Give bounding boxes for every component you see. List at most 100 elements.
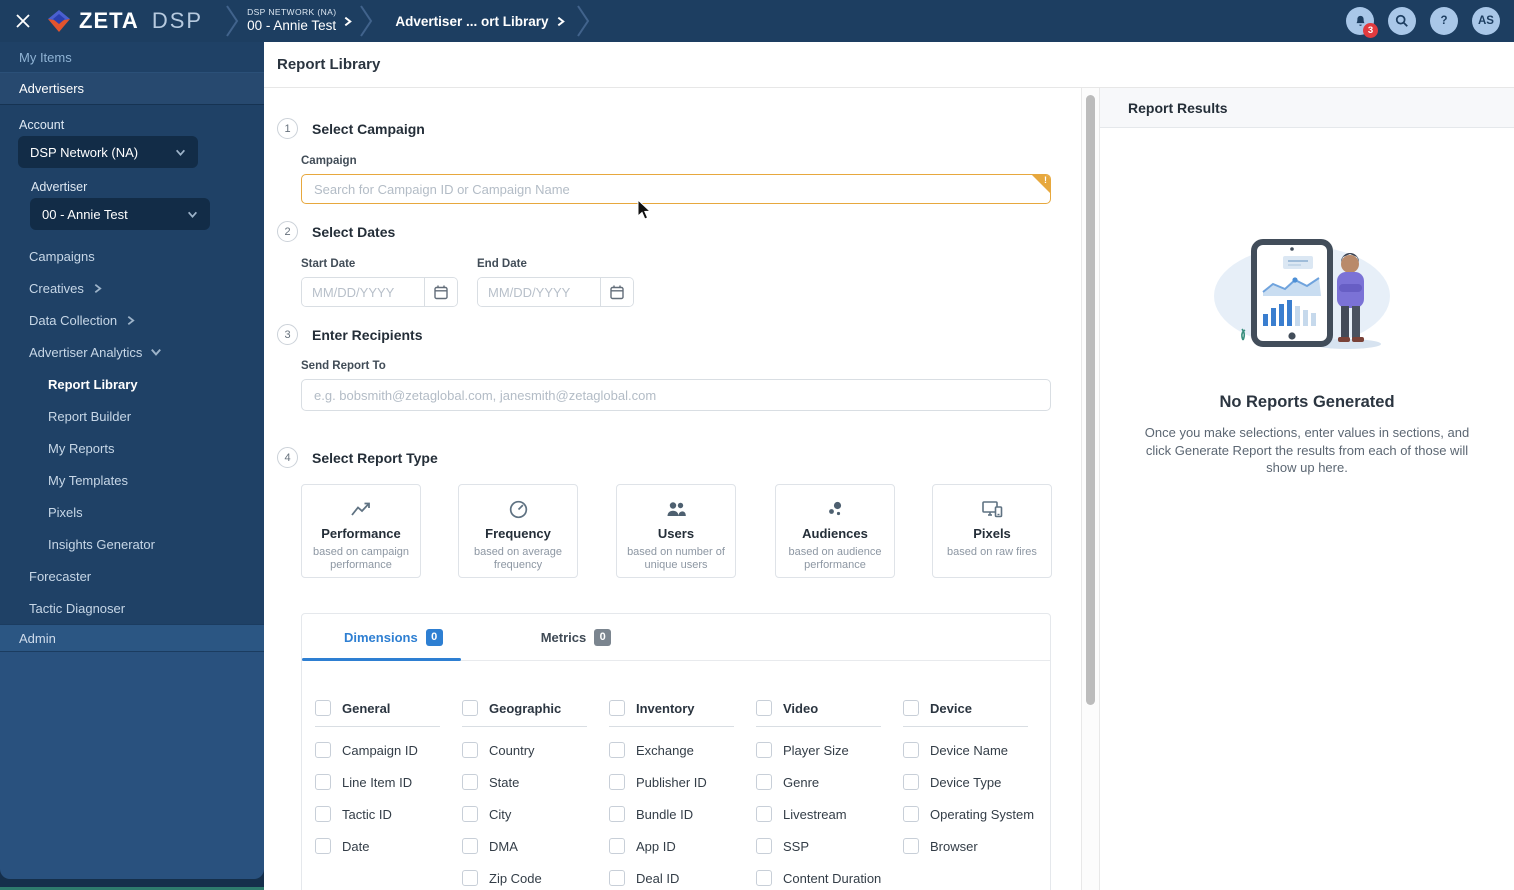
group-header-device[interactable]: Device (903, 700, 1050, 716)
dimension-item-publisher-id[interactable]: Publisher ID (609, 774, 756, 791)
sidebar-item-tactic-diagnoser[interactable]: Tactic Diagnoser (0, 592, 264, 624)
checkbox[interactable] (756, 870, 772, 886)
dimension-item-browser[interactable]: Browser (903, 838, 1050, 855)
checkbox[interactable] (609, 806, 625, 822)
checkbox[interactable] (609, 700, 625, 716)
dimension-item-zip-code[interactable]: Zip Code (462, 870, 609, 887)
dimension-item-state[interactable]: State (462, 774, 609, 791)
campaign-search-input[interactable] (301, 174, 1051, 204)
checkbox[interactable] (315, 742, 331, 758)
checkbox[interactable] (609, 870, 625, 886)
checkbox[interactable] (756, 838, 772, 854)
sidebar-item-my-reports[interactable]: My Reports (0, 432, 264, 464)
sidebar-item-report-library[interactable]: Report Library (0, 368, 264, 400)
sidebar-item-insights-generator[interactable]: Insights Generator (0, 528, 264, 560)
report-type-performance[interactable]: Performance based on campaign performanc… (301, 484, 421, 578)
checkbox[interactable] (609, 838, 625, 854)
notifications-button[interactable]: 3 (1346, 7, 1378, 38)
dimension-group-device: Device Device Name Device Type Operating… (903, 700, 1050, 890)
report-type-audiences[interactable]: Audiences based on audience performance (775, 484, 895, 578)
dimension-item-app-id[interactable]: App ID (609, 838, 756, 855)
recipients-input[interactable] (301, 379, 1051, 411)
dimension-item-ssp[interactable]: SSP (756, 838, 903, 855)
sidebar-item-campaigns[interactable]: Campaigns (0, 240, 264, 272)
help-button[interactable]: ? (1430, 7, 1458, 35)
tabs-row: Dimensions 0 Metrics 0 (302, 614, 1050, 661)
group-header-inventory[interactable]: Inventory (609, 700, 756, 716)
checkbox[interactable] (315, 774, 331, 790)
dimension-item-line-item-id[interactable]: Line Item ID (315, 774, 462, 791)
report-type-pixels[interactable]: Pixels based on raw fires (932, 484, 1052, 578)
user-avatar[interactable]: AS (1472, 7, 1500, 35)
checkbox[interactable] (462, 870, 478, 886)
sidebar-item-data-collection[interactable]: Data Collection (0, 304, 264, 336)
checkbox[interactable] (903, 742, 919, 758)
checkbox[interactable] (609, 774, 625, 790)
search-button[interactable] (1388, 7, 1416, 35)
sidebar-item-my-templates[interactable]: My Templates (0, 464, 264, 496)
checkbox[interactable] (462, 806, 478, 822)
checkbox[interactable] (462, 700, 478, 716)
close-button[interactable] (0, 0, 46, 42)
report-type-frequency[interactable]: Frequency based on average frequency (458, 484, 578, 578)
dimension-item-deal-id[interactable]: Deal ID (609, 870, 756, 887)
sidebar-item-creatives[interactable]: Creatives (0, 272, 264, 304)
checkbox[interactable] (462, 838, 478, 854)
dimension-item-device-type[interactable]: Device Type (903, 774, 1050, 791)
sidebar-item-forecaster[interactable]: Forecaster (0, 560, 264, 592)
dimension-item-content-duration[interactable]: Content Duration (756, 870, 903, 887)
dimension-item-player-size[interactable]: Player Size (756, 742, 903, 759)
dimension-item-bundle-id[interactable]: Bundle ID (609, 806, 756, 823)
group-header-geographic[interactable]: Geographic (462, 700, 609, 716)
dimension-item-exchange[interactable]: Exchange (609, 742, 756, 759)
sidebar-item-admin[interactable]: Admin (0, 624, 264, 652)
start-date-input[interactable] (302, 278, 424, 306)
checkbox[interactable] (903, 838, 919, 854)
checkbox[interactable] (609, 742, 625, 758)
dimension-item-campaign-id[interactable]: Campaign ID (315, 742, 462, 759)
sidebar-item-advertiser-analytics[interactable]: Advertiser Analytics (0, 336, 264, 368)
chevron-down-icon (175, 149, 186, 156)
checkbox[interactable] (903, 700, 919, 716)
dimension-item-dma[interactable]: DMA (462, 838, 609, 855)
breadcrumb-separator-icon (226, 5, 239, 37)
vertical-scrollbar[interactable] (1081, 88, 1100, 890)
account-select[interactable]: DSP Network (NA) (18, 136, 198, 168)
checkbox[interactable] (756, 774, 772, 790)
end-date-input[interactable] (478, 278, 600, 306)
scrollbar-thumb[interactable] (1086, 95, 1095, 705)
checkbox[interactable] (903, 806, 919, 822)
breadcrumb-account[interactable]: DSP NETWORK (NA) 00 - Annie Test (247, 8, 353, 33)
checkbox[interactable] (462, 742, 478, 758)
checkbox[interactable] (903, 774, 919, 790)
checkbox[interactable] (756, 742, 772, 758)
sidebar-item-advertisers[interactable]: Advertisers (0, 73, 264, 105)
checkbox[interactable] (756, 700, 772, 716)
dimension-item-device-name[interactable]: Device Name (903, 742, 1050, 759)
tab-metrics[interactable]: Metrics 0 (541, 628, 612, 646)
end-date-calendar-button[interactable] (600, 278, 633, 306)
dimension-item-operating-system[interactable]: Operating System (903, 806, 1050, 823)
dimension-item-genre[interactable]: Genre (756, 774, 903, 791)
tab-dimensions[interactable]: Dimensions 0 (344, 628, 443, 646)
checkbox[interactable] (756, 806, 772, 822)
dimension-item-livestream[interactable]: Livestream (756, 806, 903, 823)
group-header-video[interactable]: Video (756, 700, 903, 716)
zeta-dsp-logo[interactable]: ZETA DSP (46, 8, 203, 34)
report-type-users[interactable]: Users based on number of unique users (616, 484, 736, 578)
sidebar-item-pixels[interactable]: Pixels (0, 496, 264, 528)
group-header-general[interactable]: General (315, 700, 462, 716)
breadcrumb-page[interactable]: Advertiser ... ort Library (395, 14, 566, 29)
sidebar-item-my-items[interactable]: My Items (0, 42, 264, 73)
checkbox[interactable] (315, 806, 331, 822)
advertiser-select[interactable]: 00 - Annie Test (30, 198, 210, 230)
checkbox[interactable] (462, 774, 478, 790)
checkbox[interactable] (315, 838, 331, 854)
dimension-item-tactic-id[interactable]: Tactic ID (315, 806, 462, 823)
dimension-item-city[interactable]: City (462, 806, 609, 823)
sidebar-item-report-builder[interactable]: Report Builder (0, 400, 264, 432)
start-date-calendar-button[interactable] (424, 278, 457, 306)
dimension-item-country[interactable]: Country (462, 742, 609, 759)
dimension-item-date[interactable]: Date (315, 838, 462, 855)
checkbox[interactable] (315, 700, 331, 716)
